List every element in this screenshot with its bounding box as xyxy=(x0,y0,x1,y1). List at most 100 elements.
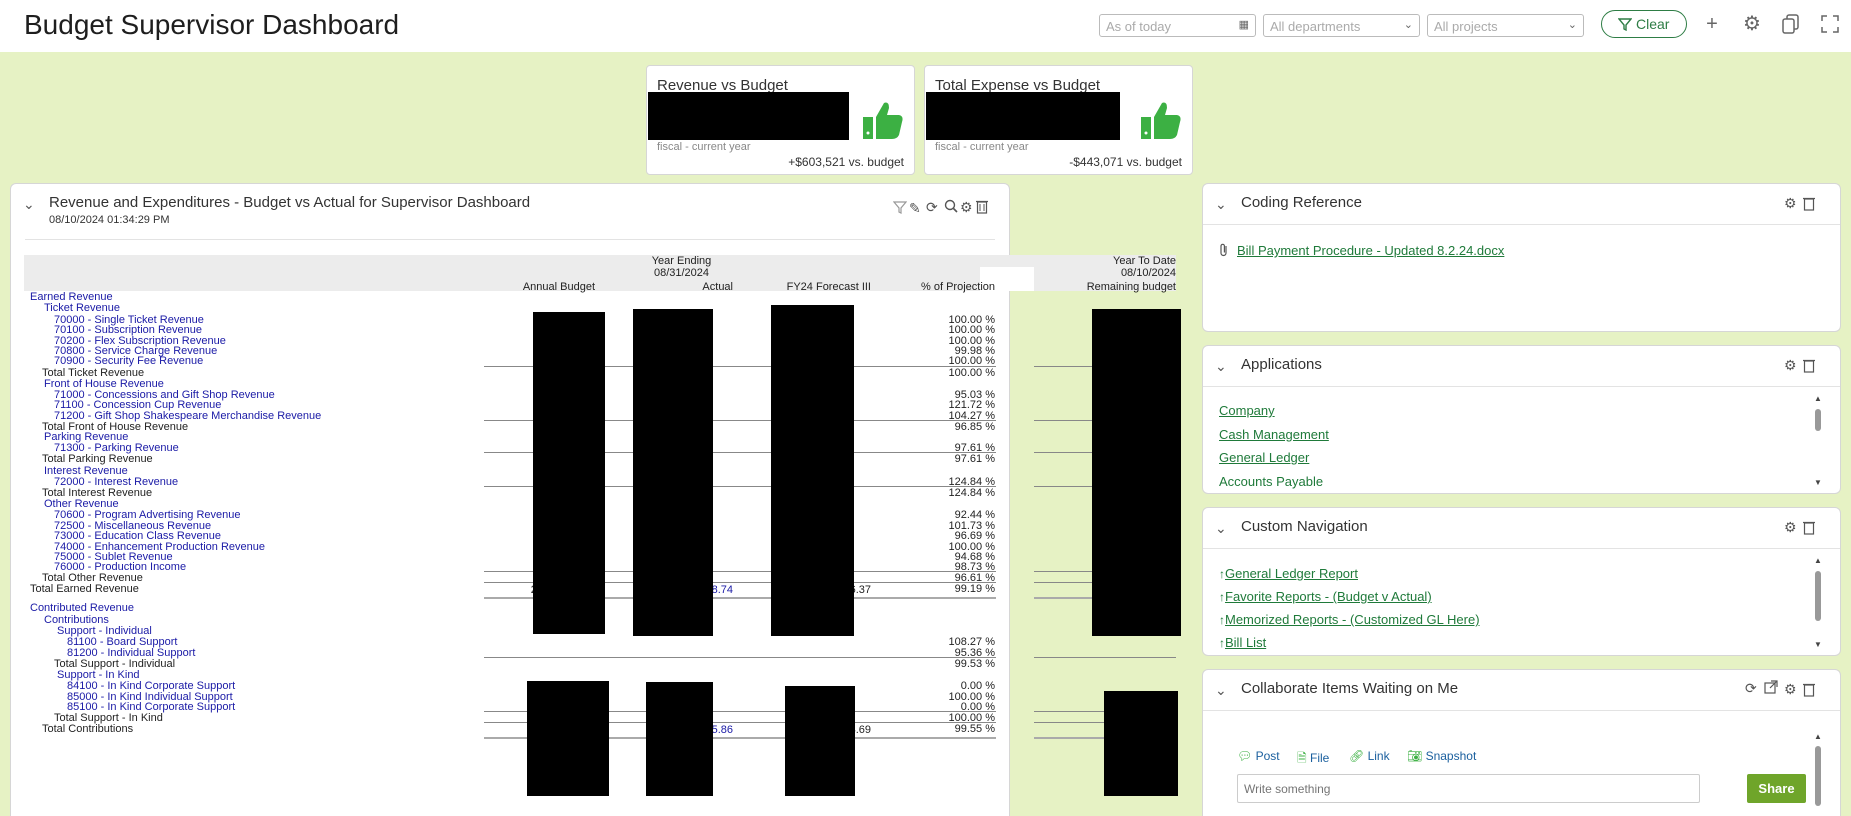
scrollbar[interactable]: ▲ xyxy=(1814,732,1822,812)
gear-icon[interactable]: ⚙ xyxy=(1784,195,1797,212)
scroll-up-icon[interactable]: ▲ xyxy=(1814,394,1822,403)
subtotal-line xyxy=(484,657,996,658)
scrollbar[interactable]: ▲ ▼ xyxy=(1814,556,1822,652)
filter-icon[interactable] xyxy=(892,201,908,218)
redacted-column xyxy=(646,682,713,796)
scroll-up-icon[interactable]: ▲ xyxy=(1814,556,1822,565)
custom-navigation-panel: ⌄ Custom Navigation ⚙ ↑General Ledger Re… xyxy=(1202,507,1841,656)
share-button[interactable]: Share xyxy=(1747,774,1806,803)
redacted-column xyxy=(533,312,605,634)
clear-label: Clear xyxy=(1636,16,1670,32)
report-row-label[interactable]: 70900 - Security Fee Revenue xyxy=(54,355,203,367)
tab-label: Post xyxy=(1255,749,1280,763)
attachment-link[interactable]: Bill Payment Procedure - Updated 8.2.24.… xyxy=(1237,243,1504,258)
panel-title: Coding Reference xyxy=(1241,194,1362,211)
copy-icon[interactable] xyxy=(1779,12,1803,36)
report-timestamp: 08/10/2024 01:34:29 PM xyxy=(49,214,170,226)
tab-post[interactable]: 💬︎ Post xyxy=(1237,749,1280,763)
kpi-subtitle: fiscal - current year xyxy=(657,141,751,153)
header-annual-budget: Annual Budget xyxy=(522,281,595,293)
applications-panel: ⌄ Applications ⚙ Company Cash Management… xyxy=(1202,345,1841,494)
kpi-card-expense[interactable]: Total Expense vs Budget fiscal - current… xyxy=(924,65,1193,175)
nav-item-general-ledger-report[interactable]: ↑General Ledger Report xyxy=(1219,566,1358,581)
collapse-chevron-icon[interactable]: ⌄ xyxy=(1215,358,1227,375)
file-icon: 🗎︎ xyxy=(1297,751,1307,765)
projection-cell: 99.53 % xyxy=(954,658,995,670)
gear-icon[interactable]: ⚙ xyxy=(1740,12,1764,36)
gear-icon[interactable]: ⚙ xyxy=(960,199,973,216)
tab-file[interactable]: 🗎︎ File xyxy=(1297,749,1329,770)
panel-title: Collaborate Items Waiting on Me xyxy=(1241,680,1459,697)
projects-select[interactable]: All projects ⌄ xyxy=(1427,14,1584,37)
tab-snapshot[interactable]: 📷︎ Snapshot xyxy=(1407,749,1476,763)
scrollbar[interactable]: ▲ ▼ xyxy=(1814,394,1822,490)
subtotal-line xyxy=(1034,657,1176,658)
nav-link[interactable]: Memorized Reports - (Customized GL Here) xyxy=(1225,612,1480,627)
report-table: Annual Budget Year Ending 08/31/2024 Act… xyxy=(24,255,1181,816)
plus-icon[interactable]: + xyxy=(1700,12,1724,36)
nav-link[interactable]: Favorite Reports - (Budget v Actual) xyxy=(1225,589,1432,604)
scroll-down-icon[interactable]: ▼ xyxy=(1814,478,1822,487)
redacted-value xyxy=(926,92,1120,140)
nav-item-memorized-reports[interactable]: ↑Memorized Reports - (Customized GL Here… xyxy=(1219,612,1480,627)
header-remaining: Remaining budget xyxy=(1086,281,1176,293)
thumbs-up-icon xyxy=(863,102,903,139)
external-link-icon[interactable] xyxy=(1764,680,1778,697)
projection-cell: 96.85 % xyxy=(954,421,995,433)
header-ytd: Year To Date xyxy=(1113,255,1176,267)
divider xyxy=(1203,224,1840,225)
edit-icon[interactable]: ✎ xyxy=(909,200,921,217)
kpi-card-revenue[interactable]: Revenue vs Budget fiscal - current year … xyxy=(646,65,915,175)
nav-link[interactable]: General Ledger Report xyxy=(1225,566,1358,581)
refresh-icon[interactable]: ⟳ xyxy=(926,199,938,216)
header-projection: % of Projection xyxy=(921,281,995,293)
search-icon[interactable] xyxy=(944,199,958,216)
report-section-label[interactable]: Contributed Revenue xyxy=(30,602,134,614)
report-row-label: Total Contributions xyxy=(42,723,134,735)
clear-filters-button[interactable]: Clear xyxy=(1601,10,1687,38)
collapse-chevron-icon[interactable]: ⌄ xyxy=(1215,520,1227,537)
gear-icon[interactable]: ⚙ xyxy=(1784,519,1797,536)
collapse-chevron-icon[interactable]: ⌄ xyxy=(1215,682,1227,699)
collapse-chevron-icon[interactable]: ⌄ xyxy=(1215,196,1227,213)
nav-link[interactable]: Bill List xyxy=(1225,635,1266,650)
scroll-up-icon[interactable]: ▲ xyxy=(1814,732,1822,741)
refresh-icon[interactable]: ⟳ xyxy=(1745,680,1757,697)
panel-title: Custom Navigation xyxy=(1241,518,1368,535)
app-link-cash-management[interactable]: Cash Management xyxy=(1219,427,1329,442)
app-link-general-ledger[interactable]: General Ledger xyxy=(1219,450,1309,465)
tab-label: File xyxy=(1310,751,1330,765)
trash-icon[interactable] xyxy=(976,199,988,217)
trash-icon[interactable] xyxy=(1803,358,1815,376)
as-of-date-input[interactable]: As of today ▦ xyxy=(1099,14,1256,37)
report-section-label[interactable]: Ticket Revenue xyxy=(44,302,120,314)
scroll-thumb[interactable] xyxy=(1815,746,1821,806)
divider xyxy=(1203,386,1840,387)
scroll-thumb[interactable] xyxy=(1815,571,1821,621)
projection-cell: 97.61 % xyxy=(954,453,995,465)
redacted-column xyxy=(771,305,854,636)
expand-icon[interactable] xyxy=(1818,12,1842,36)
nav-item-bill-list[interactable]: ↑Bill List xyxy=(1219,635,1266,650)
scroll-thumb[interactable] xyxy=(1815,409,1821,431)
departments-select[interactable]: All departments ⌄ xyxy=(1263,14,1420,37)
projection-cell: 99.55 % xyxy=(954,723,995,735)
gear-icon[interactable]: ⚙ xyxy=(1784,681,1797,698)
redacted-column xyxy=(785,686,855,796)
calendar-icon: ▦ xyxy=(1238,19,1249,31)
gear-icon[interactable]: ⚙ xyxy=(1784,357,1797,374)
trash-icon[interactable] xyxy=(1803,682,1815,700)
trash-icon[interactable] xyxy=(1803,520,1815,538)
scroll-down-icon[interactable]: ▼ xyxy=(1814,640,1822,649)
post-input[interactable] xyxy=(1237,774,1700,803)
app-link-company[interactable]: Company xyxy=(1219,403,1275,418)
redacted-value xyxy=(648,92,849,140)
app-link-accounts-payable[interactable]: Accounts Payable xyxy=(1219,474,1323,489)
nav-item-favorite-reports[interactable]: ↑Favorite Reports - (Budget v Actual) xyxy=(1219,589,1432,604)
kpi-value: -$443,071 vs. budget xyxy=(1069,155,1182,169)
departments-placeholder: All departments xyxy=(1270,19,1361,34)
trash-icon[interactable] xyxy=(1803,196,1815,214)
tab-link[interactable]: 🔗︎ Link xyxy=(1349,749,1390,763)
report-row-label: Total Parking Revenue xyxy=(42,453,153,465)
collapse-chevron-icon[interactable]: ⌄ xyxy=(23,196,35,213)
